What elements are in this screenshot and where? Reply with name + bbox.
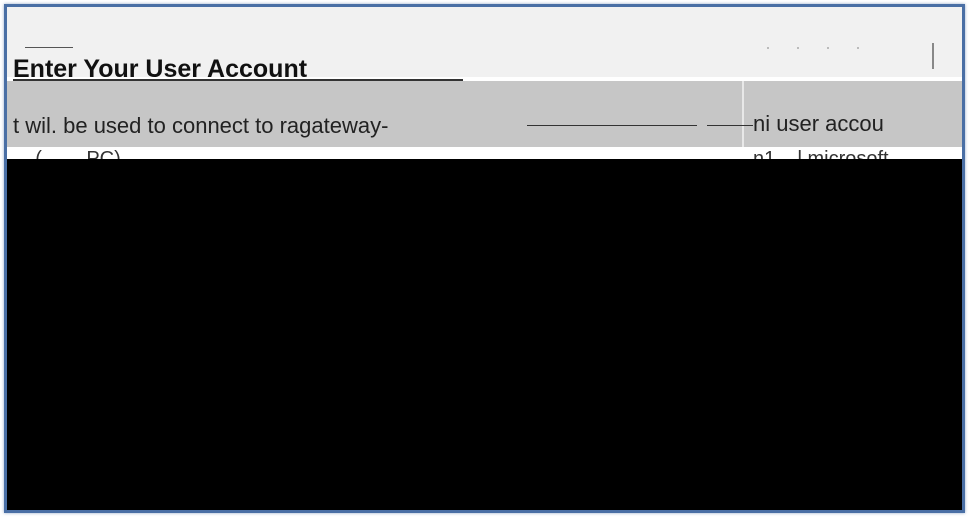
screenshot-frame: Enter Your User Account t wil. be used t… [4,4,965,513]
cropped-text-left: ... (... ... PC) ... ... ... ... [13,149,713,159]
header-rule [25,47,73,48]
text-rule [707,125,753,126]
text-rule [527,125,697,126]
cropped-text-right: n1 ...l microsoft [753,149,962,159]
blacked-out-content [7,159,962,510]
header-faint-marks [767,47,887,49]
description-text-left: t wil. be used to connect to ragateway- [13,113,389,138]
panel-divider [742,81,744,147]
header-divider [932,43,934,69]
description-text-right: ni user accou [753,111,884,136]
